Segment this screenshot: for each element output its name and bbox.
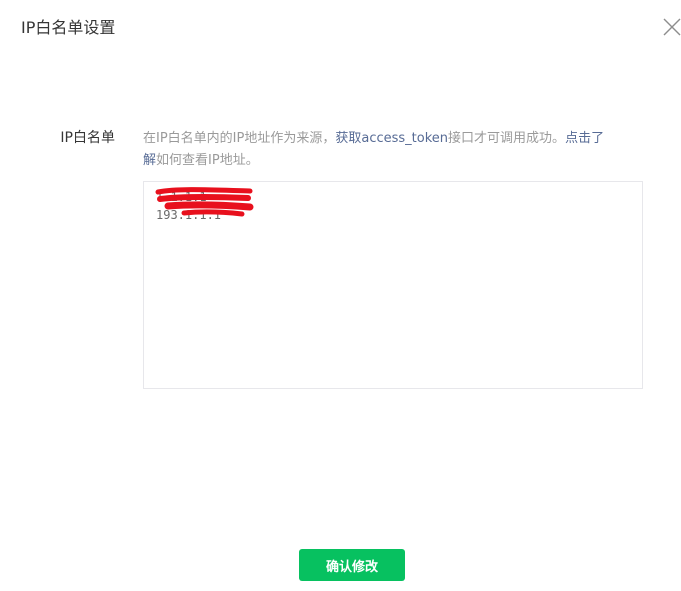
- confirm-modify-button[interactable]: 确认修改: [299, 549, 405, 581]
- link-text-a: 点击了: [565, 131, 605, 146]
- close-icon: [663, 18, 681, 36]
- ip-whitelist-textarea[interactable]: [143, 181, 643, 389]
- ip-whitelist-description: 在IP白名单内的IP地址作为来源，获取access_token接口才可调用成功。…: [143, 128, 643, 172]
- desc-highlight-get: 获取: [335, 131, 362, 146]
- dialog-title: IP白名单设置: [21, 18, 116, 37]
- desc-suffix: 如何查看IP地址。: [156, 153, 259, 168]
- link-text-b: 解: [143, 153, 157, 168]
- ip-whitelist-dialog: IP白名单设置 IP白名单 在IP白名单内的IP地址作为来源，获取access_…: [0, 0, 681, 591]
- desc-middle: 接口才可调用成功。: [448, 131, 566, 146]
- ip-whitelist-label: IP白名单: [60, 130, 115, 146]
- close-button[interactable]: [663, 18, 681, 36]
- desc-prefix: 在IP白名单内的IP地址作为来源，: [143, 131, 336, 146]
- desc-highlight-token: access_token: [361, 131, 449, 146]
